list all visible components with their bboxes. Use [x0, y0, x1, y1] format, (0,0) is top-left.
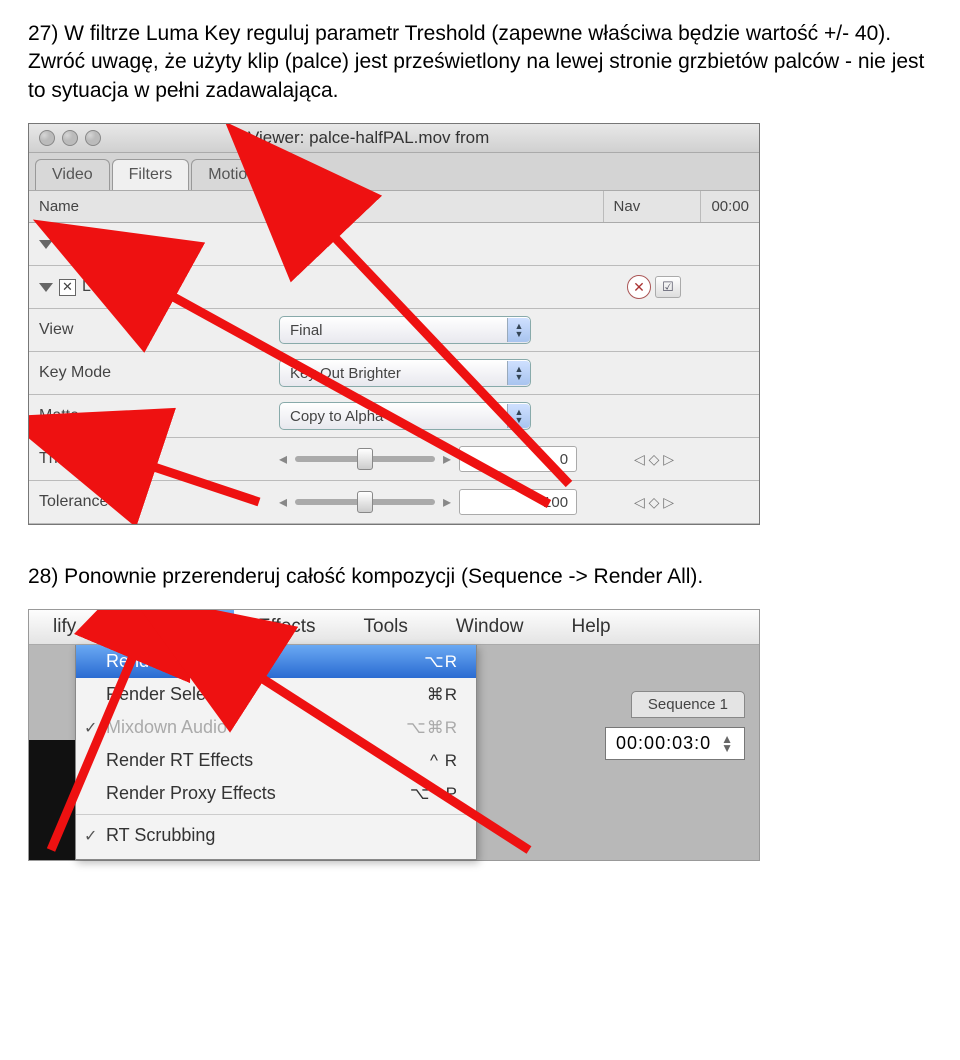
disclosure-icon[interactable] [39, 283, 53, 292]
view-label: View [39, 321, 73, 339]
view-dropdown[interactable]: Final ▲▼ [279, 316, 531, 344]
viewer-title: Viewer: palce-halfPAL.mov from [248, 128, 489, 148]
timecode-value: 00:00:03:0 [616, 733, 711, 754]
viewer-panel-screenshot: Viewer: palce-halfPAL.mov from Video Fil… [28, 123, 760, 525]
row-tolerance: Tolerance ◂ ▸ 100 ◁ ◇ ▷ [29, 481, 759, 524]
check-icon: ✓ [84, 718, 97, 738]
row-luma-key: ✕ Luma Key ✕ ☑ [29, 266, 759, 309]
view-value: Final [290, 322, 323, 339]
row-matte: Matte Copy to Alpha ▲▼ [29, 395, 759, 438]
matte-value: Copy to Alpha [290, 408, 383, 425]
preset-button[interactable]: ☑ [655, 276, 681, 298]
column-headers: Name Parameters Nav 00:00 [29, 190, 759, 223]
menu-shortcut: ⌘R [427, 685, 458, 705]
menu-label: Render Selection [106, 684, 244, 705]
stepper-arrows-icon[interactable]: ▲▼ [721, 735, 734, 753]
threshold-slider[interactable] [295, 456, 435, 462]
keymode-label: Key Mode [39, 364, 111, 382]
menu-shortcut: ⌥R [424, 652, 458, 672]
keymode-dropdown[interactable]: Key Out Brighter ▲▼ [279, 359, 531, 387]
keymode-value: Key Out Brighter [290, 365, 401, 382]
dropdown-arrows-icon: ▲▼ [507, 404, 530, 428]
filter-enable-checkbox[interactable]: ✕ [59, 279, 76, 296]
menu-label: Render RT Effects [106, 750, 253, 771]
menu-label: Mixdown Audio [106, 717, 227, 738]
row-threshold: Threshold ◂ ▸ 0 ◁ ◇ ▷ [29, 438, 759, 481]
traffic-close-icon [39, 130, 55, 146]
menu-help[interactable]: Help [547, 610, 634, 644]
menu-item-render-selection[interactable]: Render Selection ⌘R [76, 678, 476, 711]
keyframe-nav[interactable]: ◁ ◇ ▷ [634, 451, 674, 468]
menu-item-mixdown-audio: ✓ Mixdown Audio ⌥⌘R [76, 711, 476, 744]
paragraph-27: 27) W filtrze Luma Key reguluj parametr … [28, 20, 932, 105]
viewer-titlebar: Viewer: palce-halfPAL.mov from [29, 124, 759, 153]
menu-shortcut: ^ R [430, 751, 458, 771]
menubar: lify Sequence Effects Tools Window Help [29, 610, 759, 645]
sequence-tab[interactable]: Sequence 1 [631, 691, 745, 718]
keyframe-nav[interactable]: ◁ ◇ ▷ [634, 494, 674, 511]
filter-name: Luma Key [82, 278, 154, 296]
disclosure-icon[interactable] [39, 240, 53, 249]
menu-shortcut: ⌥⌘R [406, 718, 458, 738]
reset-icon[interactable]: ✕ [627, 275, 651, 299]
row-video-filters: Video Filters [29, 223, 759, 266]
menu-lify[interactable]: lify [29, 610, 100, 644]
traffic-min-icon [62, 130, 78, 146]
dark-pane [29, 740, 75, 860]
menu-sequence[interactable]: Sequence [100, 610, 234, 644]
paragraph-28: 28) Ponownie przerenderuj całość kompozy… [28, 563, 932, 591]
dropdown-arrows-icon: ▲▼ [507, 318, 530, 342]
timecode-box[interactable]: 00:00:03:0 ▲▼ [605, 727, 745, 760]
group-label: Video Filters [59, 235, 148, 253]
viewer-tabs: Video Filters Motion [29, 153, 759, 190]
menu-label: Render All [106, 651, 189, 672]
menu-effects[interactable]: Effects [234, 610, 340, 644]
tab-video[interactable]: Video [35, 159, 110, 190]
tab-motion[interactable]: Motion [191, 159, 273, 190]
menu-item-render-all[interactable]: Render All ⌥R [76, 645, 476, 678]
header-name: Name [29, 191, 267, 222]
menu-shortcut: ⌥⌃P [410, 784, 458, 804]
threshold-label: Threshold [39, 450, 110, 468]
tab-filters[interactable]: Filters [112, 159, 190, 190]
slider-thumb-icon[interactable] [357, 491, 373, 513]
menu-item-rt-scrubbing[interactable]: ✓ RT Scrubbing [76, 819, 476, 852]
sequence-menu-screenshot: lify Sequence Effects Tools Window Help … [28, 609, 760, 861]
sequence-menu-panel: Render All ⌥R Render Selection ⌘R ✓ Mixd… [75, 645, 477, 860]
menu-item-render-rt[interactable]: Render RT Effects ^ R [76, 744, 476, 777]
traffic-zoom-icon [85, 130, 101, 146]
menu-item-render-proxy[interactable]: Render Proxy Effects ⌥⌃P [76, 777, 476, 810]
matte-dropdown[interactable]: Copy to Alpha ▲▼ [279, 402, 531, 430]
menu-label: Render Proxy Effects [106, 783, 276, 804]
tolerance-label: Tolerance [39, 493, 108, 511]
row-key-mode: Key Mode Key Out Brighter ▲▼ [29, 352, 759, 395]
menu-label: RT Scrubbing [106, 825, 215, 846]
tolerance-value-box[interactable]: 100 [459, 489, 577, 515]
threshold-value-box[interactable]: 0 [459, 446, 577, 472]
slider-thumb-icon[interactable] [357, 448, 373, 470]
matte-label: Matte [39, 407, 79, 425]
row-view: View Final ▲▼ [29, 309, 759, 352]
header-nav: Nav [604, 191, 702, 222]
dropdown-arrows-icon: ▲▼ [507, 361, 530, 385]
tolerance-slider[interactable] [295, 499, 435, 505]
header-timecode: 00:00 [701, 191, 759, 222]
menu-window[interactable]: Window [432, 610, 548, 644]
header-parameters: Parameters [267, 191, 604, 222]
menu-tools[interactable]: Tools [340, 610, 432, 644]
check-icon: ✓ [84, 826, 97, 846]
